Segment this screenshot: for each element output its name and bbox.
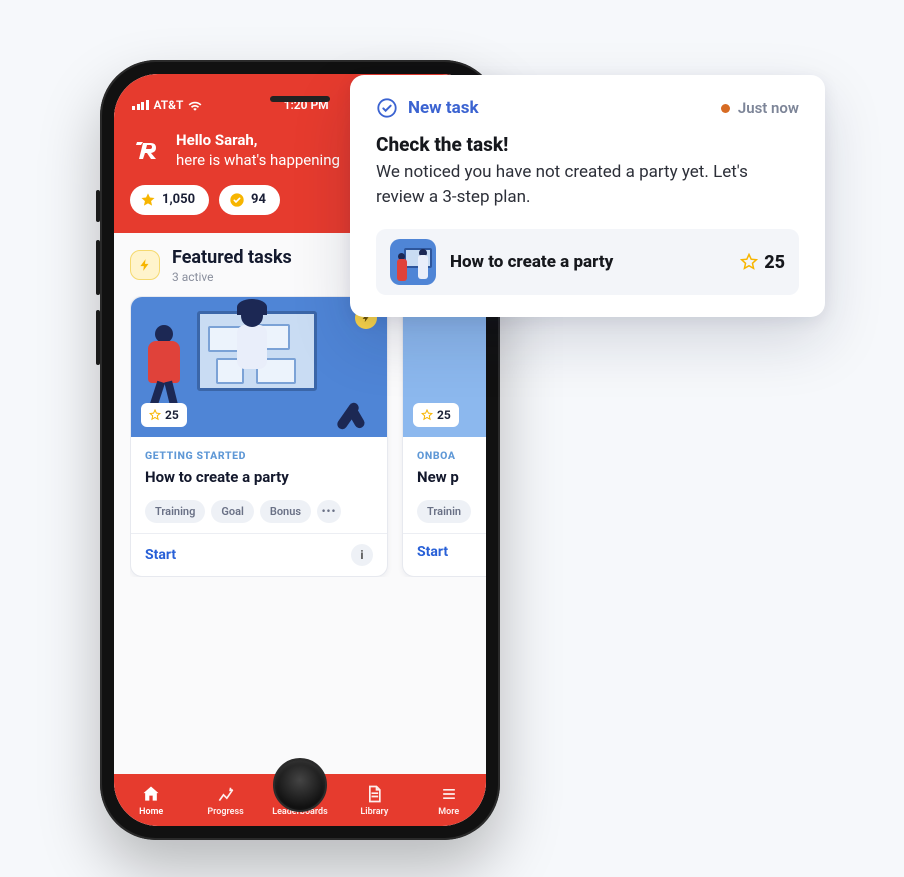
featured-title: Featured tasks [172,247,292,268]
star-icon [740,253,758,271]
start-button[interactable]: Start [417,544,448,560]
chart-icon [216,784,236,804]
tab-home[interactable]: Home [114,784,188,817]
status-dot-icon [721,104,730,113]
tab-more[interactable]: More [412,784,486,817]
tab-label: More [438,807,459,817]
notification-time: Just now [738,99,799,117]
points-chip: 25 [141,403,187,427]
tag[interactable]: Training [145,500,205,523]
wifi-icon [188,100,202,111]
tag[interactable]: Trainin [417,500,471,523]
volume-down-button [96,310,100,365]
tag-more[interactable]: ••• [317,500,341,523]
notification-badge: New task [408,98,479,118]
greeting-subline: here is what's happening [176,151,340,169]
stars-stat-pill[interactable]: 1,050 [130,185,209,215]
task-card[interactable]: 25 ONBOA New p Trainin Start [402,296,486,577]
card-tags: Trainin [417,500,486,523]
tab-progress[interactable]: Progress [188,784,262,817]
card-eyebrow: GETTING STARTED [145,449,373,462]
menu-icon [439,784,459,804]
greeting-prefix: Hello [176,131,215,149]
carrier-label: AT&T [154,98,184,112]
check-badge-icon [229,192,245,208]
tab-label: Home [139,807,163,817]
points-value: 25 [437,408,451,422]
phone-home-button[interactable] [273,758,327,812]
card-illustration: 25 [131,297,387,437]
checks-stat-pill[interactable]: 94 [219,185,280,215]
points-value: 25 [165,408,179,422]
greeting-name: Sarah [215,131,254,149]
featured-subtitle: 3 active [172,270,292,284]
check-circle-icon [376,97,398,119]
checks-value: 94 [251,192,266,207]
card-illustration: 25 [403,297,486,437]
greeting-suffix: , [254,131,258,149]
app-logo [130,133,164,167]
card-eyebrow: ONBOA [417,449,486,462]
card-title: How to create a party [145,468,373,486]
star-icon [140,192,156,208]
tab-label: Library [360,807,388,817]
status-left: AT&T [132,98,202,112]
start-button[interactable]: Start [145,547,176,563]
star-icon [149,409,161,421]
phone-speaker [270,96,330,102]
tag[interactable]: Bonus [260,500,311,523]
notification-item-points: 25 [740,252,785,273]
home-icon [141,784,161,804]
hero-greeting: Hello Sarah, here is what's happening [176,130,340,171]
notification-card[interactable]: New task Just now Check the task! We not… [350,75,825,317]
task-card[interactable]: 25 GETTING STARTED How to create a party… [130,296,388,577]
side-button [96,190,100,222]
star-icon [421,409,433,421]
notification-item-title: How to create a party [450,252,726,272]
card-title: New p [417,468,486,486]
signal-bars-icon [132,100,149,110]
volume-up-button [96,240,100,295]
stars-value: 1,050 [162,192,195,207]
info-button[interactable]: i [351,544,373,566]
bolt-badge-icon [130,250,160,280]
document-icon [364,784,384,804]
card-tags: Training Goal Bonus ••• [145,500,373,523]
notification-title: Check the task! [376,133,799,156]
tab-library[interactable]: Library [337,784,411,817]
featured-cards[interactable]: 25 GETTING STARTED How to create a party… [130,296,486,577]
points-chip: 25 [413,403,459,427]
notification-body: We noticed you have not created a party … [376,160,799,209]
tab-label: Progress [207,807,243,817]
notification-thumb [390,239,436,285]
tag[interactable]: Goal [211,500,254,523]
notification-item[interactable]: How to create a party 25 [376,229,799,295]
notification-item-points-value: 25 [764,252,785,273]
